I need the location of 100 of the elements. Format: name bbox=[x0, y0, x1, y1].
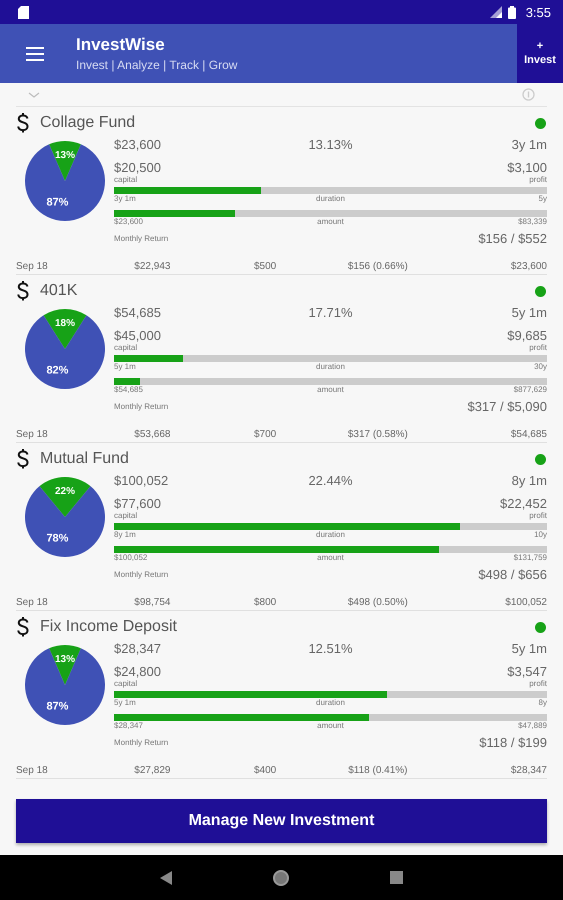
elapsed-time: 3y 1m bbox=[510, 137, 547, 152]
current-value: $23,600 bbox=[114, 137, 162, 152]
profit-value: $3,100 bbox=[506, 160, 547, 175]
bar-label: amount bbox=[317, 217, 344, 227]
history-cell-text: $53,668 bbox=[133, 428, 172, 440]
history-cell-text: Sep 18 bbox=[16, 428, 49, 440]
investment-card[interactable]: Mutual Fund 22% 78% $100,052 22.44% 8y 1m $77,600 $22,452 capital profit 8y 1m duration 10y $100,052 amount $131,759 Monthly Return $498 / $656 Sep 18 $98,754 $800 $498 (0.50%) $100,052 bbox=[16, 443, 547, 611]
current-value: $28,347 bbox=[114, 641, 162, 656]
investment-name: 401K bbox=[40, 282, 78, 300]
profit-label: profit bbox=[528, 175, 547, 185]
history-cell-text: $156 (0.66%) bbox=[346, 260, 409, 272]
battery-icon bbox=[508, 6, 516, 18]
profit-value: $3,547 bbox=[506, 664, 547, 679]
monthly-return: $156 / $552 bbox=[477, 231, 547, 246]
slice-label: 87% bbox=[46, 196, 68, 209]
elapsed-time: 5y 1m bbox=[510, 305, 547, 320]
monthly-return: $118 / $199 bbox=[478, 735, 547, 750]
app-title: InvestWise bbox=[76, 35, 166, 55]
history-cell-text: Sep 18 bbox=[16, 764, 49, 776]
capital-label: capital bbox=[114, 343, 138, 353]
bar-start: 5y 1m bbox=[114, 698, 137, 708]
bar-end: $131,759 bbox=[512, 553, 547, 563]
dollar-icon bbox=[16, 616, 30, 638]
dollar-icon bbox=[16, 280, 30, 302]
bar-start: 8y 1m bbox=[114, 530, 137, 540]
slice-label: 87% bbox=[46, 700, 68, 713]
bar-label: amount bbox=[317, 553, 344, 563]
bar-label: amount bbox=[317, 721, 344, 731]
history-cell-text: $23,600 bbox=[510, 260, 547, 272]
capital-label: capital bbox=[114, 175, 138, 185]
bar-label: duration bbox=[316, 530, 345, 540]
bar-end: $877,629 bbox=[512, 385, 547, 395]
bar-end: 30y bbox=[533, 362, 547, 372]
return-rate: 17.71% bbox=[308, 305, 353, 320]
monthly-return-label: Monthly Return bbox=[114, 738, 170, 748]
investment-card[interactable]: 401K 18% 82% $54,685 17.71% 5y 1m $45,000 $9,685 capital profit 5y 1m duration 30y $54,685 amount $877,629 Monthly Return $317 / $5,090 Sep 18 $53,668 $700 $317 (0.58%) $54,685 bbox=[16, 275, 547, 443]
profit-label: profit bbox=[528, 679, 547, 689]
bar-end: $47,889 bbox=[517, 721, 547, 731]
back-icon[interactable] bbox=[160, 870, 172, 884]
history-cell-text: $498 (0.50%) bbox=[346, 596, 409, 608]
bar-end: $83,339 bbox=[517, 217, 547, 227]
slice-label: 13% bbox=[55, 654, 75, 665]
bar-start: $23,600 bbox=[114, 217, 144, 227]
capital-value: $77,600 bbox=[114, 496, 162, 511]
investment-name: Fix Income Deposit bbox=[40, 618, 178, 636]
investment-card[interactable]: Collage Fund 13% 87% $23,600 13.13% 3y 1m $20,500 $3,100 capital profit 3y 1m duration 5y $23,600 amount $83,339 Monthly Return $156 / $552 Sep 18 $22,943 $500 $156 (0.66%) $23,600 bbox=[16, 107, 547, 275]
history-cell-text: Sep 18 bbox=[16, 596, 49, 608]
return-rate: 22.44% bbox=[308, 473, 353, 488]
monthly-return: $498 / $656 bbox=[477, 567, 547, 582]
history-cell-text: $400 bbox=[253, 764, 278, 776]
profit-slice bbox=[40, 477, 90, 517]
history-cell-text: $54,685 bbox=[510, 428, 547, 440]
history-cell-text: $98,754 bbox=[133, 596, 172, 608]
menu-icon bbox=[26, 46, 44, 60]
capital-value: $45,000 bbox=[114, 328, 162, 343]
manage-investment-button[interactable]: Manage New Investment bbox=[16, 799, 547, 843]
chevron-icon bbox=[28, 92, 40, 98]
slice-label: 13% bbox=[55, 150, 75, 161]
slice-label: 78% bbox=[46, 532, 68, 545]
bar-end: 8y bbox=[538, 698, 547, 708]
history-cell-text: $800 bbox=[253, 596, 278, 608]
investment-name: Collage Fund bbox=[40, 114, 136, 132]
slice-label: 82% bbox=[46, 364, 68, 377]
invest-button[interactable]: + Invest bbox=[517, 24, 563, 83]
bar-start: 3y 1m bbox=[114, 194, 137, 204]
monthly-return-label: Monthly Return bbox=[114, 234, 170, 244]
dollar-icon bbox=[16, 448, 30, 470]
history-cell-text: $28,347 bbox=[510, 764, 547, 776]
bar-start: $100,052 bbox=[114, 553, 148, 563]
bar-start: 5y 1m bbox=[114, 362, 137, 372]
investment-card[interactable]: Fix Income Deposit 13% 87% $28,347 12.51% 5y 1m $24,800 $3,547 capital profit 5y 1m duration 8y $28,347 amount $47,889 Monthly Return $118 / $199 Sep 18 $27,829 $400 $118 (0.41%) $28,347 bbox=[16, 611, 547, 779]
bar-label: duration bbox=[316, 194, 345, 204]
bar-end: 10y bbox=[533, 530, 547, 540]
signal-icon bbox=[490, 6, 502, 18]
current-value: $54,685 bbox=[114, 305, 162, 320]
home-icon[interactable] bbox=[272, 868, 290, 886]
history-cell-text: Sep 18 bbox=[16, 260, 49, 272]
current-value: $100,052 bbox=[114, 473, 170, 488]
dollar-icon bbox=[16, 112, 30, 134]
capital-value: $20,500 bbox=[114, 160, 162, 175]
history-cell-text: $317 (0.58%) bbox=[346, 428, 409, 440]
bar-start: $54,685 bbox=[114, 385, 144, 395]
capital-value: $24,800 bbox=[114, 664, 162, 679]
slice-label: 22% bbox=[55, 486, 75, 497]
capital-label: capital bbox=[114, 511, 138, 521]
app-subtitle: Invest | Analyze | Track | Grow bbox=[76, 58, 238, 72]
history-cell-text: $27,829 bbox=[133, 764, 172, 776]
capital-label: capital bbox=[114, 679, 138, 689]
profit-label: profit bbox=[528, 511, 547, 521]
history-cell-text: $22,943 bbox=[133, 260, 172, 272]
clock: 3:55 bbox=[526, 4, 551, 20]
monthly-return-label: Monthly Return bbox=[114, 570, 170, 580]
history-cell-text: $118 (0.41%) bbox=[347, 764, 409, 776]
monthly-return-label: Monthly Return bbox=[114, 402, 170, 412]
bar-end: 5y bbox=[538, 194, 547, 204]
profit-value: $22,452 bbox=[499, 496, 547, 511]
profit-label: profit bbox=[528, 343, 547, 353]
bar-label: duration bbox=[316, 362, 345, 372]
profit-slice bbox=[44, 309, 86, 349]
slice-label: 18% bbox=[55, 318, 75, 329]
